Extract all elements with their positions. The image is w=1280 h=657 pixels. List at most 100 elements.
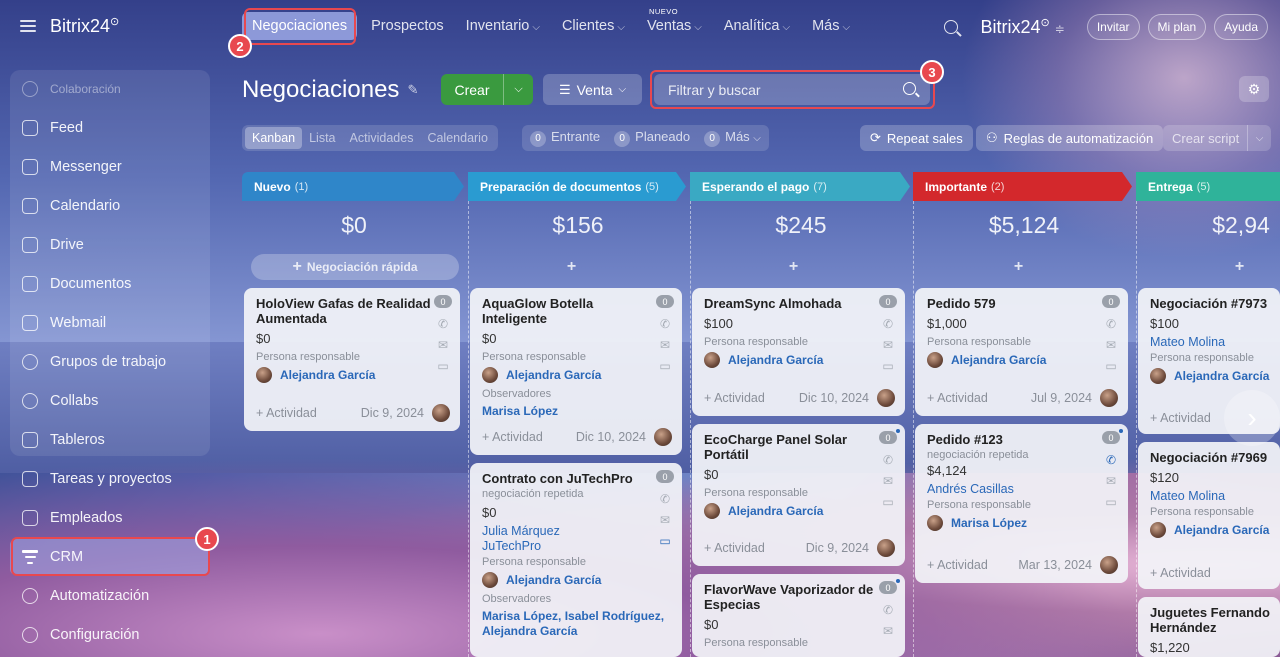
create-button[interactable]: Crear ⌵ [441, 74, 533, 105]
responsible-person[interactable]: Alejandra García [482, 572, 672, 588]
counter-more[interactable]: 0 Más ⌵ [704, 129, 761, 147]
stage-header-important[interactable]: Importante (2) [913, 172, 1132, 201]
deal-card[interactable]: 0 Pedido 579 $1,000 Persona responsable … [915, 288, 1128, 416]
scroll-right-arrow[interactable]: › [1224, 390, 1280, 446]
deal-title[interactable]: Contrato con JuTechPro [482, 471, 657, 486]
deal-title[interactable]: AquaGlow Botella Inteligente [482, 296, 657, 326]
observer-link[interactable]: Marisa López, Isabel Rodríguez, Alejandr… [482, 609, 672, 639]
add-activity-link[interactable]: + Actividad [704, 541, 765, 555]
tab-sales[interactable]: NUEVO Ventas ⌵ [647, 7, 702, 34]
sidebar-item-workgroups[interactable]: Grupos de trabajo [10, 344, 210, 380]
deal-title[interactable]: Negociación #7973 [1150, 296, 1280, 311]
chat-icon[interactable]: ▭ [658, 360, 672, 373]
deal-card[interactable]: 0 FlavorWave Vaporizador de Especias $0 … [692, 574, 905, 657]
mail-icon[interactable]: ✉ [881, 475, 895, 488]
tab-calendar[interactable]: Calendario [420, 127, 494, 149]
phone-icon[interactable]: ✆ [881, 604, 895, 617]
tab-kanban[interactable]: Kanban [245, 127, 303, 149]
chat-icon[interactable]: ▭ [436, 360, 450, 373]
add-deal-button[interactable]: + [1144, 254, 1280, 280]
brand-logo-top[interactable]: Bitrix24⊙ ≑ [980, 16, 1064, 38]
phone-icon[interactable]: ✆ [1104, 454, 1118, 467]
sidebar-item-employees[interactable]: Empleados [10, 500, 210, 536]
sidebar-item-automation[interactable]: Automatización [10, 578, 210, 614]
contact-link[interactable]: Mateo Molina [1150, 489, 1270, 504]
repeat-sales-button[interactable]: ⟳ Repeat sales [860, 125, 973, 151]
deal-card[interactable]: 0 Contrato con JuTechPro negociación rep… [470, 463, 682, 657]
phone-icon[interactable]: ✆ [658, 318, 672, 331]
pin-icon[interactable]: ✎ [407, 82, 418, 98]
observer-link[interactable]: Marisa López [482, 404, 672, 419]
sidebar-item-messenger[interactable]: Messenger [10, 149, 210, 185]
counter-planned[interactable]: 0 Planeado [614, 129, 690, 147]
sidebar-item-calendar[interactable]: Calendario [10, 188, 210, 224]
deal-title[interactable]: DreamSync Almohada [704, 296, 879, 311]
gear-icon[interactable]: ⚙ [1239, 76, 1269, 102]
responsible-person[interactable]: Alejandra García [482, 367, 672, 383]
tab-analytics[interactable]: Analítica ⌵ [724, 18, 790, 34]
stage-header-awaiting-payment[interactable]: Esperando el pago (7) [690, 172, 910, 201]
my-plan-button[interactable]: Mi plan [1147, 14, 1207, 40]
phone-icon[interactable]: ✆ [881, 318, 895, 331]
stage-header-new[interactable]: Nuevo (1) [242, 172, 464, 201]
counter-incoming[interactable]: 0 Entrante [530, 129, 600, 147]
sidebar-item-documents[interactable]: Documentos [10, 266, 210, 302]
add-activity-link[interactable]: + Actividad [256, 406, 317, 420]
responsible-person[interactable]: Marisa López [927, 515, 1118, 531]
responsible-person[interactable]: Alejandra García [1150, 368, 1270, 384]
brand-logo[interactable]: Bitrix24⊙ [50, 15, 119, 37]
tab-inventory[interactable]: Inventario ⌵ [466, 18, 540, 34]
responsible-person[interactable]: Alejandra García [704, 503, 895, 519]
chat-icon[interactable]: ▭ [658, 535, 672, 548]
add-activity-link[interactable]: + Actividad [704, 391, 765, 405]
tab-activities[interactable]: Actividades [343, 127, 421, 149]
deal-card[interactable]: Juguetes Fernando Hernández $1,220 [1138, 597, 1280, 657]
add-activity-link[interactable]: + Actividad [1150, 566, 1211, 580]
tab-more[interactable]: Más ⌵ [812, 18, 850, 34]
deal-title[interactable]: HoloView Gafas de Realidad Aumentada [256, 296, 431, 326]
deal-title[interactable]: Pedido #123 [927, 432, 1102, 447]
chat-icon[interactable]: ▭ [881, 496, 895, 509]
chat-icon[interactable]: ▭ [1104, 360, 1118, 373]
create-script-button[interactable]: Crear script ⌵ [1163, 125, 1271, 151]
company-link[interactable]: JuTechPro [482, 539, 672, 554]
sidebar-item-webmail[interactable]: Webmail [10, 305, 210, 341]
phone-icon[interactable]: ✆ [1104, 318, 1118, 331]
tab-list[interactable]: Lista [302, 127, 342, 149]
deal-title[interactable]: Juguetes Fernando Hernández [1150, 605, 1280, 635]
add-activity-link[interactable]: + Actividad [927, 558, 988, 572]
responsible-person[interactable]: Alejandra García [1150, 522, 1270, 538]
contact-link[interactable]: Andrés Casillas [927, 482, 1118, 497]
menu-icon[interactable] [20, 20, 36, 32]
phone-icon[interactable]: ✆ [436, 318, 450, 331]
tab-clients[interactable]: Clientes ⌵ [562, 18, 625, 34]
mail-icon[interactable]: ✉ [881, 339, 895, 352]
responsible-person[interactable]: Alejandra García [704, 352, 895, 368]
responsible-person[interactable]: Alejandra García [927, 352, 1118, 368]
deal-title[interactable]: FlavorWave Vaporizador de Especias [704, 582, 879, 612]
sidebar-item-feed[interactable]: Feed [10, 110, 210, 146]
pipeline-selector[interactable]: ☰ Venta ⌵ [543, 74, 642, 105]
invite-button[interactable]: Invitar [1086, 14, 1140, 40]
add-activity-link[interactable]: + Actividad [1150, 411, 1211, 425]
deal-card[interactable]: 0 AquaGlow Botella Inteligente $0 Person… [470, 288, 682, 455]
mail-icon[interactable]: ✉ [436, 339, 450, 352]
sidebar-item-collaboration[interactable]: Colaboración [10, 71, 210, 107]
mail-icon[interactable]: ✉ [881, 625, 895, 638]
deal-card[interactable]: 0 Pedido #123 negociación repetida $4,12… [915, 424, 1128, 583]
quick-deal-button[interactable]: + Negociación rápida [251, 254, 459, 280]
phone-icon[interactable]: ✆ [658, 493, 672, 506]
sidebar-item-settings[interactable]: Configuración [10, 617, 210, 653]
deal-card[interactable]: 0 DreamSync Almohada $100 Persona respon… [692, 288, 905, 416]
add-activity-link[interactable]: + Actividad [482, 430, 543, 444]
mail-icon[interactable]: ✉ [1104, 339, 1118, 352]
chevron-down-icon[interactable]: ⌵ [503, 74, 533, 105]
deal-title[interactable]: Pedido 579 [927, 296, 1102, 311]
chevron-down-icon[interactable]: ⌵ [1247, 125, 1271, 151]
chat-icon[interactable]: ▭ [881, 360, 895, 373]
deal-card[interactable]: Negociación #7969 $120 Mateo Molina Pers… [1138, 442, 1280, 589]
search-icon[interactable] [944, 20, 959, 34]
add-deal-button[interactable]: + [923, 254, 1119, 280]
sidebar-item-boards[interactable]: Tableros [10, 422, 210, 458]
add-deal-button[interactable]: + [476, 254, 672, 280]
